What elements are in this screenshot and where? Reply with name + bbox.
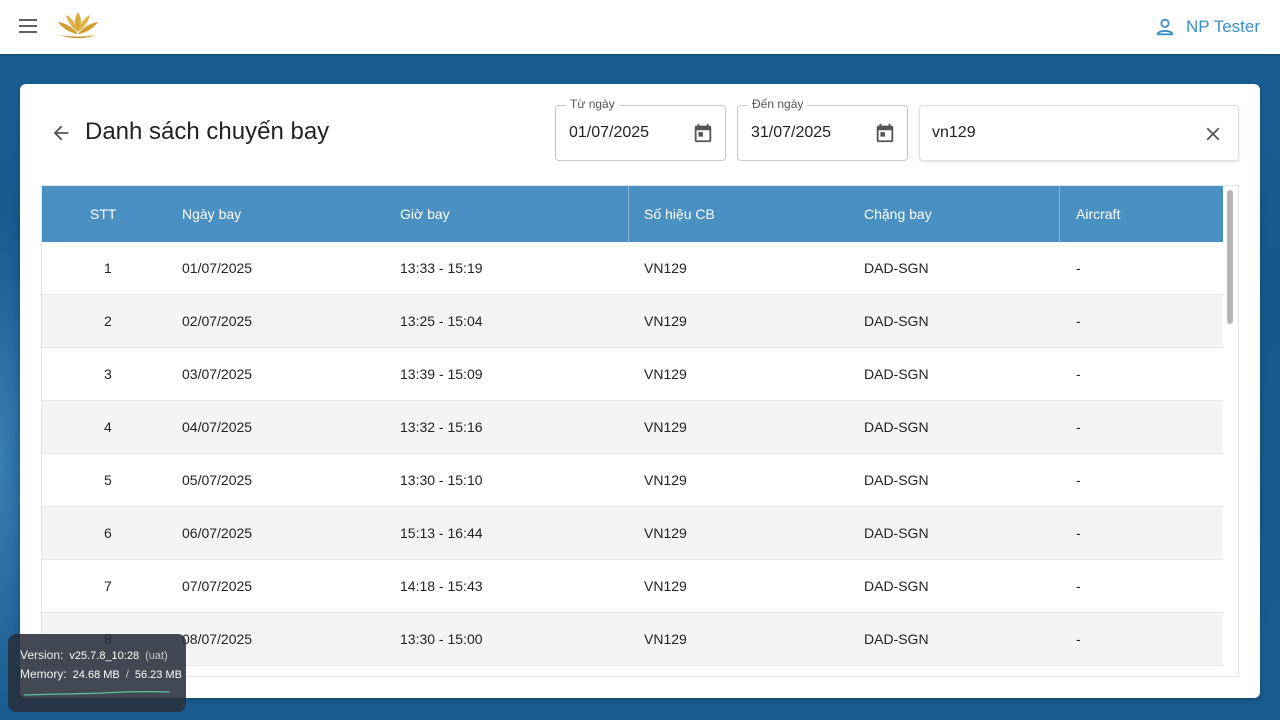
cell-route: DAD-SGN: [864, 631, 929, 647]
cell-time: 13:25 - 15:04: [400, 313, 483, 329]
cell-flight-number: VN129: [644, 578, 687, 594]
from-date-label: Từ ngày: [566, 97, 619, 111]
cell-aircraft: -: [1076, 260, 1081, 276]
cell-date: 03/07/2025: [182, 366, 253, 382]
table-header: STT Ngày bay Giờ bay Số hiệu CB Chặng ba…: [42, 186, 1223, 242]
calendar-icon[interactable]: [874, 122, 896, 144]
cell-time: 13:30 - 15:00: [400, 631, 483, 647]
cell-aircraft: -: [1076, 525, 1081, 541]
cell-stt: 3: [104, 366, 112, 382]
cell-flight-number: VN129: [644, 260, 687, 276]
cell-aircraft: -: [1076, 419, 1081, 435]
to-date-field[interactable]: Đến ngày 31/07/2025: [737, 97, 908, 161]
table-row[interactable]: 808/07/202513:30 - 15:00VN129DAD-SGN-: [42, 613, 1223, 666]
to-date-value[interactable]: 31/07/2025: [751, 124, 831, 142]
cell-flight-number: VN129: [644, 419, 687, 435]
cell-stt: 6: [104, 525, 112, 541]
hamburger-menu-icon[interactable]: [17, 17, 39, 37]
cell-route: DAD-SGN: [864, 578, 929, 594]
column-header-route[interactable]: Chặng bay: [864, 186, 932, 242]
table-body: 1 01/07/2025 13:33 - 15:19 VN129 DAD-SGN - 2 02…: [42, 242, 1223, 666]
cell-date: 02/07/2025: [182, 313, 253, 329]
cell-time: 13:33 - 15:19: [400, 260, 483, 276]
cell-date: 06/07/2025: [182, 525, 253, 541]
cell-time: 13:39 - 15:09: [400, 366, 483, 382]
cell-aircraft: -: [1076, 631, 1081, 647]
from-date-field[interactable]: Từ ngày 01/07/2025: [555, 97, 726, 161]
column-divider: [628, 186, 629, 242]
table-row[interactable]: 6 06/07/2025 15:13 - 16:44 VN129 DAD-SGN -: [42, 507, 1223, 560]
memory-sparkline: [23, 690, 171, 696]
cell-route: DAD-SGN: [864, 366, 929, 382]
cell-route: DAD-SGN: [864, 313, 929, 329]
cell-aircraft: -: [1076, 313, 1081, 329]
column-header-aircraft[interactable]: Aircraft: [1076, 186, 1120, 242]
column-header-stt[interactable]: STT: [90, 186, 116, 242]
cell-stt: 5: [104, 472, 112, 488]
memory-total: 56.23 MB: [134, 669, 182, 681]
debug-info-panel: Version: v25.7.8_10:28 (uat) Memory: 24.…: [8, 634, 186, 712]
table-row[interactable]: 4 04/07/2025 13:32 - 15:16 VN129 DAD-SGN -: [42, 401, 1223, 454]
to-date-label: Đến ngày: [748, 97, 808, 111]
table-row[interactable]: 7 07/07/2025 14:18 - 15:43 VN129 DAD-SGN -: [42, 560, 1223, 613]
column-divider: [1059, 186, 1060, 242]
cell-route: DAD-SGN: [864, 419, 929, 435]
cell-route: DAD-SGN: [864, 525, 929, 541]
cell-stt: 7: [104, 578, 112, 594]
vertical-scrollbar[interactable]: [1223, 186, 1237, 676]
scrollbar-thumb[interactable]: [1227, 190, 1233, 324]
arrow-back-icon[interactable]: [50, 122, 72, 144]
cell-stt: 4: [104, 419, 112, 435]
cell-time: 13:30 - 15:10: [400, 472, 483, 488]
calendar-icon[interactable]: [692, 122, 714, 144]
memory-used: 24.68 MB: [72, 669, 120, 681]
close-icon[interactable]: [1202, 123, 1224, 145]
cell-date: 01/07/2025: [182, 260, 253, 276]
flight-search-input[interactable]: [932, 122, 1192, 144]
top-app-bar: NP Tester: [0, 0, 1280, 54]
cell-date: 04/07/2025: [182, 419, 253, 435]
cell-flight-number: VN129: [644, 313, 687, 329]
cell-route: DAD-SGN: [864, 260, 929, 276]
from-date-value[interactable]: 01/07/2025: [569, 124, 649, 142]
user-icon: [1156, 18, 1174, 36]
user-name: NP Tester: [1185, 17, 1260, 36]
cell-flight-number: VN129: [644, 525, 687, 541]
cell-flight-number: VN129: [644, 472, 687, 488]
flight-list-card: Danh sách chuyến bay Từ ngày 01/07/2025 …: [20, 84, 1260, 698]
table-row[interactable]: 1 01/07/2025 13:33 - 15:19 VN129 DAD-SGN -: [42, 242, 1223, 295]
flight-search-field[interactable]: [919, 105, 1239, 161]
cell-aircraft: -: [1076, 578, 1081, 594]
cell-date: 08/07/2025: [182, 631, 253, 647]
cell-date: 07/07/2025: [182, 578, 253, 594]
cell-stt: 2: [104, 313, 112, 329]
memory-separator: /: [125, 669, 129, 681]
table-row[interactable]: 2 02/07/2025 13:25 - 15:04 VN129 DAD-SGN -: [42, 295, 1223, 348]
table-row[interactable]: 3 03/07/2025 13:39 - 15:09 VN129 DAD-SGN -: [42, 348, 1223, 401]
cell-date: 05/07/2025: [182, 472, 253, 488]
memory-label: Memory:: [20, 667, 67, 681]
column-header-time[interactable]: Giờ bay: [400, 186, 450, 242]
column-header-flight-number[interactable]: Số hiệu CB: [644, 186, 715, 242]
cell-flight-number: VN129: [644, 366, 687, 382]
column-header-date[interactable]: Ngày bay: [182, 186, 241, 242]
lotus-logo-icon[interactable]: [54, 8, 102, 40]
table-row[interactable]: 5 05/07/2025 13:30 - 15:10 VN129 DAD-SGN -: [42, 454, 1223, 507]
cell-route: DAD-SGN: [864, 472, 929, 488]
cell-time: 13:32 - 15:16: [400, 419, 483, 435]
cell-time: 14:18 - 15:43: [400, 578, 483, 594]
cell-aircraft: -: [1076, 472, 1081, 488]
cell-time: 15:13 - 16:44: [400, 525, 483, 541]
version-label: Version:: [20, 648, 64, 662]
cell-stt: 1: [104, 260, 112, 276]
cell-flight-number: VN129: [644, 631, 687, 647]
flight-table: STT Ngày bay Giờ bay Số hiệu CB Chặng ba…: [41, 185, 1239, 677]
page-title: Danh sách chuyến bay: [85, 118, 330, 145]
environment-badge: (uat): [145, 650, 168, 662]
version-value: v25.7.8_10:28: [69, 650, 140, 662]
cell-aircraft: -: [1076, 366, 1081, 382]
user-menu[interactable]: NP Tester: [1154, 16, 1260, 38]
